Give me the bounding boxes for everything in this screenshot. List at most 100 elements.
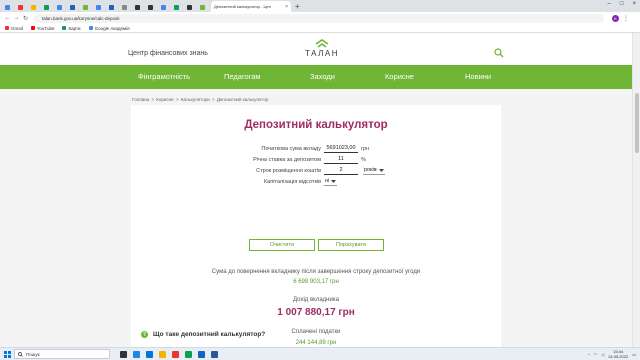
taskbar-app-icon[interactable] [185, 350, 192, 358]
cap-label-row: Капіталізація відсотків [131, 177, 321, 186]
browser-tab[interactable] [171, 3, 182, 12]
nav-item-pedagogam[interactable]: Педагогам [224, 65, 261, 89]
tab-favicon-icon [5, 5, 10, 10]
taskbar-app-icon[interactable] [159, 350, 166, 358]
maximize-icon[interactable]: □ [620, 1, 624, 7]
taskbar-pinned-apps [120, 350, 218, 358]
clock-date: 24.05.2022 [608, 354, 629, 359]
minimize-icon[interactable]: – [608, 1, 611, 7]
nav-item-zakhody[interactable]: Заходи [310, 65, 335, 89]
bookmark-youtube[interactable]: YouTube [30, 26, 54, 31]
window-controls: – □ × [608, 1, 636, 7]
page-scrollbar[interactable] [632, 33, 640, 347]
breadcrumb-separator: > [175, 97, 179, 102]
browser-tab[interactable] [106, 3, 117, 12]
browser-tab[interactable] [184, 3, 195, 12]
amount-label: Початкова сума вкладу [261, 145, 321, 152]
search-icon[interactable] [494, 48, 504, 58]
youtube-icon [30, 26, 35, 30]
clock[interactable]: 15:44 24.05.2022 [608, 349, 628, 359]
return-amount-value: 6 698 903,17 грн [293, 279, 339, 285]
nav-item-fingramotnist[interactable]: Фінграмотність [138, 65, 190, 89]
tray-chevron-up-icon[interactable]: ^ [588, 352, 590, 357]
taskbar-app-icon[interactable] [146, 350, 153, 358]
site-logo[interactable]: ТАЛАН [302, 39, 342, 58]
gmail-icon [5, 26, 9, 30]
taskbar-search[interactable]: Пошук [14, 349, 110, 359]
browser-tab-strip: Депозитний калькулятор - Цен × + – □ × [0, 0, 640, 12]
network-icon[interactable]: ◠ [594, 352, 598, 357]
breadcrumb-separator: > [211, 97, 215, 102]
taskbar-app-icon[interactable] [211, 350, 218, 358]
cap-select-row: ні [324, 177, 338, 186]
browser-tab-active[interactable]: Депозитний калькулятор - Цен × [211, 1, 291, 12]
taskbar-app-icon[interactable] [133, 350, 140, 358]
start-button[interactable] [0, 350, 14, 358]
browser-tab[interactable] [158, 3, 169, 12]
income-label: Дохід вкладника [293, 297, 339, 303]
nav-item-korysne[interactable]: Корисне [385, 65, 414, 89]
calculator-card: Депозитний калькулятор Початкова сума вк… [131, 105, 501, 347]
browser-tab[interactable] [41, 3, 52, 12]
forward-icon[interactable]: → [12, 15, 21, 21]
tab-favicon-icon [148, 5, 153, 10]
tab-close-icon[interactable]: × [285, 4, 288, 10]
taskbar-search-placeholder: Пошук [26, 351, 40, 357]
term-unit-select[interactable]: років [363, 167, 385, 175]
site-header: Центр фінансових знань ТАЛАН [0, 33, 632, 65]
back-icon[interactable]: ← [3, 15, 12, 21]
browser-tab[interactable] [2, 3, 13, 12]
address-bar-row: ← → ↻ talan.bank.gov.ua/korysne/calc-dep… [0, 12, 640, 24]
taskbar-app-icon[interactable] [172, 350, 179, 358]
rate-input[interactable] [324, 155, 358, 164]
rate-label-row: Річна ставка за депозитом [131, 155, 321, 164]
faq-item[interactable]: ? Що таке депозитний калькулятор? [141, 331, 265, 338]
browser-tab[interactable] [145, 3, 156, 12]
taskbar-app-icon[interactable] [120, 350, 127, 358]
amount-input[interactable] [324, 144, 358, 153]
page-viewport: Центр фінансових знань ТАЛАН Фінграмотні… [0, 33, 632, 347]
windows-taskbar: Пошук ^ ◠ ◁ 15:44 24.05.2022 ▭ [0, 347, 640, 360]
breadcrumb-home[interactable]: Головна [132, 97, 149, 102]
breadcrumb-korysne[interactable]: Корисне [156, 97, 173, 102]
browser-tab[interactable] [197, 3, 208, 12]
clear-button[interactable]: Очистити [249, 239, 315, 251]
system-tray: ^ ◠ ◁ 15:44 24.05.2022 ▭ [588, 349, 636, 359]
url-field[interactable]: talan.bank.gov.ua/korysne/calc-deposit [34, 13, 604, 23]
browser-tab[interactable] [132, 3, 143, 12]
nav-item-novyny[interactable]: Новини [465, 65, 491, 89]
new-tab-button[interactable]: + [295, 1, 300, 12]
term-input[interactable] [324, 166, 358, 175]
browser-tab[interactable] [119, 3, 130, 12]
browser-tab[interactable] [80, 3, 91, 12]
tab-favicon-icon [161, 5, 166, 10]
term-label-row: Строк розміщення коштів [131, 166, 321, 175]
term-input-row: років [324, 166, 385, 175]
bookmark-gmail[interactable]: Gmail [5, 26, 23, 31]
bookmark-google-academy[interactable]: Google Академія [88, 26, 130, 31]
tab-favicon-icon [31, 5, 36, 10]
browser-tab[interactable] [93, 3, 104, 12]
browser-tab[interactable] [15, 3, 26, 12]
breadcrumb-calculators[interactable]: Калькулятори [181, 97, 210, 102]
browser-tab[interactable] [67, 3, 78, 12]
url-text: talan.bank.gov.ua/korysne/calc-deposit [42, 15, 120, 21]
close-window-icon[interactable]: × [632, 1, 636, 7]
calculate-button[interactable]: Порахувати [318, 239, 384, 251]
taskbar-app-icon[interactable] [198, 350, 205, 358]
browser-tab[interactable] [28, 3, 39, 12]
bookmark-maps[interactable]: Карти [62, 26, 81, 31]
profile-avatar[interactable]: K [612, 14, 619, 22]
volume-icon[interactable]: ◁ [601, 352, 604, 357]
calculator-title: Депозитний калькулятор [244, 119, 388, 131]
reload-icon[interactable]: ↻ [21, 15, 30, 22]
browser-menu-icon[interactable]: ⋮ [623, 15, 629, 22]
tab-favicon-icon [122, 5, 127, 10]
windows-logo-icon [3, 350, 11, 358]
scrollbar-thumb[interactable] [635, 93, 639, 153]
notifications-icon[interactable]: ▭ [632, 352, 636, 357]
site-tagline: Центр фінансових знань [128, 50, 208, 57]
browser-tab[interactable] [54, 3, 65, 12]
amount-input-row: грн [324, 144, 369, 153]
capitalization-select[interactable]: ні [324, 178, 338, 186]
